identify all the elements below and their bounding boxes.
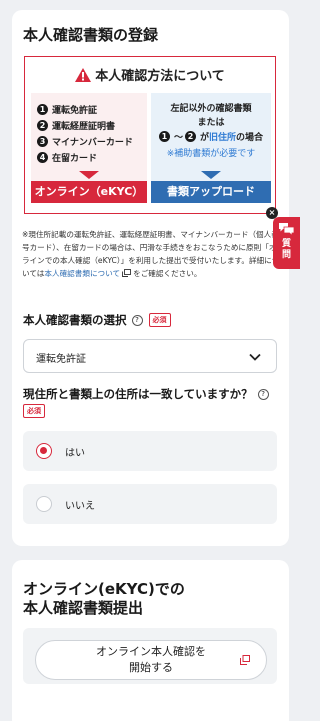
online-section-title: オンライン(eKYC)での 本人確認書類提出 bbox=[23, 580, 185, 618]
verification-method-notice: 本人確認方法について 1 運転免許証 2 運転経歴証明書 3 マイナンバーカード 4在… bbox=[24, 56, 276, 214]
button-label: オンライン本人確認を 開始する bbox=[36, 644, 266, 676]
radio-label: はい bbox=[65, 448, 85, 459]
list-item-label: マイナンバーカード bbox=[52, 138, 133, 148]
question-chat-button[interactable]: 質 問 bbox=[273, 217, 300, 269]
section-title: 本人確認書類の登録 bbox=[23, 26, 159, 44]
right-line3: 1 〜 2 が旧住所 の場合 bbox=[151, 130, 271, 143]
number-badge: 3 bbox=[37, 136, 48, 147]
list-item: 4 在留カード bbox=[37, 151, 97, 164]
list-item-label: 在留カード bbox=[52, 154, 98, 164]
start-online-verification-button[interactable]: オンライン本人確認を 開始する bbox=[35, 640, 267, 680]
question-label-line1: 質 bbox=[281, 239, 291, 249]
notice-title-text: 本人確認方法について bbox=[95, 69, 225, 84]
radio-option-yes[interactable]: はい bbox=[23, 431, 277, 471]
number-badge: 1 bbox=[158, 131, 170, 142]
required-badge: 必須 bbox=[148, 313, 171, 327]
radio-button-selected[interactable] bbox=[36, 443, 52, 459]
list-item: 2 運転経歴証明書 bbox=[37, 119, 115, 132]
upload-column: 左記以外の確認書類 または 1 〜 2 が旧住所 の場合 ※補助書類が必要です 書類アッ… bbox=[151, 93, 271, 203]
question-label: 質 問 bbox=[273, 239, 300, 261]
number-badge: 1 bbox=[37, 104, 48, 115]
online-title-line1: オンライン(eKYC)での bbox=[23, 580, 185, 598]
required-badge: 必須 bbox=[23, 404, 45, 418]
right-line3-mid: が bbox=[199, 133, 209, 143]
id-documents-link[interactable]: 本人確認書類について bbox=[44, 269, 120, 278]
list-item-label: 運転経歴証明書 bbox=[52, 122, 116, 132]
notice-title: 本人確認方法について bbox=[25, 65, 275, 86]
address-question-text: 現住所と書類上の住所は一致していますか？ bbox=[23, 387, 253, 401]
right-line1: 左記以外の確認書類 bbox=[170, 104, 252, 114]
external-link-icon bbox=[122, 269, 132, 277]
range-symbol: 〜 bbox=[173, 133, 183, 143]
arrow-down-icon bbox=[79, 171, 99, 179]
select-value: 運転免許証 bbox=[36, 354, 86, 365]
external-link-icon bbox=[240, 655, 250, 665]
online-title-line2: 本人確認書類提出 bbox=[23, 599, 144, 617]
online-button-area: オンライン本人確認を 開始する bbox=[23, 628, 277, 684]
radio-button[interactable] bbox=[36, 496, 52, 512]
number-badge: 2 bbox=[184, 131, 196, 142]
upload-method-button: 書類アップロード bbox=[151, 181, 271, 203]
chat-bubble-icon bbox=[279, 223, 295, 236]
number-badge: 2 bbox=[37, 120, 48, 131]
radio-option-no[interactable]: いいえ bbox=[23, 484, 277, 524]
note-suffix: をご確認ください。 bbox=[133, 269, 202, 278]
chevron-down-icon bbox=[249, 353, 261, 361]
address-required-row: 必須 bbox=[17, 404, 45, 418]
question-label-line2: 問 bbox=[281, 250, 291, 260]
online-submission-card: オンライン(eKYC)での 本人確認書類提出 オンライン本人確認を 開始する bbox=[12, 560, 289, 721]
help-icon[interactable]: ? bbox=[257, 388, 269, 400]
arrow-down-icon bbox=[201, 171, 221, 179]
list-item-label: 運転免許証 bbox=[52, 106, 98, 116]
ekyc-method-button: オンライン（eKYC） bbox=[31, 181, 147, 203]
list-item: 1 運転免許証 bbox=[37, 103, 97, 116]
help-icon[interactable]: ? bbox=[131, 314, 143, 326]
right-line2: または bbox=[197, 118, 225, 128]
select-label-text: 本人確認書類の選択 bbox=[23, 313, 127, 327]
document-registration-card: 本人確認書類の登録 本人確認方法について 1 運転免許証 2 運転経歴証明書 3 マイ… bbox=[12, 10, 289, 546]
number-badge: 4 bbox=[37, 152, 48, 163]
warning-icon bbox=[75, 68, 92, 86]
right-line3-suffix: の場合 bbox=[236, 133, 264, 143]
info-note: ※現住所記載の運転免許証、運転経歴証明書、マイナンバーカード（個人番号カード）、… bbox=[22, 228, 284, 280]
radio-label: いいえ bbox=[65, 501, 95, 512]
old-address-text: 旧住所 bbox=[209, 133, 237, 143]
ekyc-column: 1 運転免許証 2 運転経歴証明書 3 マイナンバーカード 4 在留カード オンライン（… bbox=[31, 93, 147, 203]
button-label-line1: オンライン本人確認を bbox=[96, 645, 206, 658]
document-type-select[interactable]: 運転免許証 bbox=[23, 339, 277, 373]
address-question-label: 現住所と書類上の住所は一致していますか？ ? bbox=[23, 386, 269, 402]
button-label-line2: 開始する bbox=[129, 661, 173, 674]
list-item: 3 マイナンバーカード bbox=[37, 135, 133, 148]
document-select-label: 本人確認書類の選択 ? 必須 bbox=[23, 312, 171, 328]
supplementary-note: ※補助書類が必要です bbox=[166, 149, 256, 159]
